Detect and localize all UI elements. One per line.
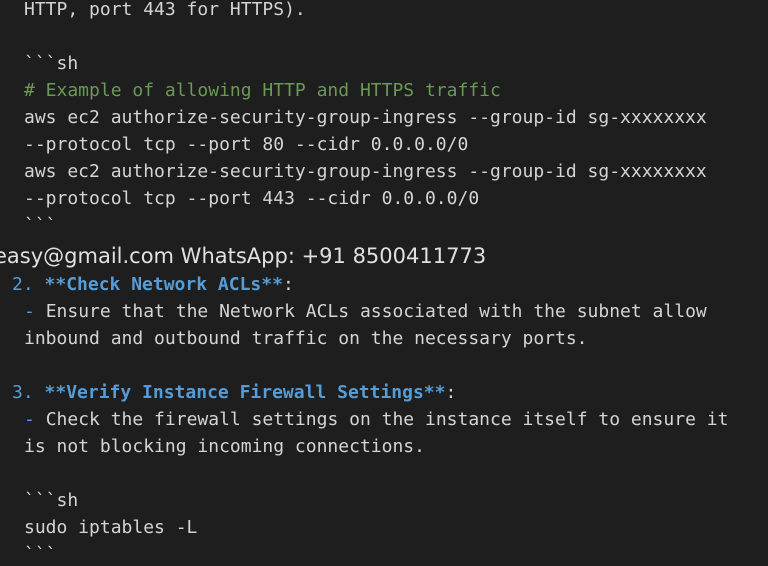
code-token: # Example of allowing HTTP and HTTPS tra… [24,80,501,101]
list-number: 3. [12,382,45,403]
code-token: is not blocking incoming connections. [24,436,425,457]
code-fence-line: ```sh [24,490,78,512]
code-line: HTTP, port 443 for HTTPS). [24,0,306,21]
code-fence-line: ``` [24,215,57,237]
code-line: inbound and outbound traffic on the nece… [24,328,588,350]
code-token: ``` [24,215,57,236]
bold-heading: **Verify Instance Firewall Settings** [44,382,446,403]
list-heading-line: 3. **Verify Instance Firewall Settings**… [12,382,456,404]
code-token: aws ec2 authorize-security-group-ingress… [24,161,707,182]
bullet-line: - Check the firewall settings on the ins… [24,409,728,431]
code-token: ```sh [24,53,79,74]
code-fence-line: ```sh [24,53,78,75]
code-line: --protocol tcp --port 80 --cidr 0.0.0.0/… [24,134,468,156]
list-number: 2. [12,274,45,295]
watermark-contact-text: easy@gmail.com WhatsApp: +91 8500411773 [0,244,487,268]
code-line: sudo iptables -L [24,517,197,539]
code-line: is not blocking incoming connections. [24,436,425,458]
bold-heading: **Check Network ACLs** [44,274,283,295]
code-fence-line: ``` [24,544,57,566]
bullet-marker: - [24,409,46,430]
code-token: HTTP, port 443 for HTTPS). [24,0,306,20]
bullet-line: - Ensure that the Network ACLs associate… [24,301,707,323]
code-token: ``` [24,544,57,565]
code-token: Ensure that the Network ACLs associated … [45,301,707,322]
code-token: --protocol tcp --port 443 --cidr 0.0.0.0… [24,188,480,209]
list-heading-line: 2. **Check Network ACLs**: [12,274,294,296]
code-token: inbound and outbound traffic on the nece… [24,328,588,349]
code-token: : [282,274,294,295]
code-token: --protocol tcp --port 80 --cidr 0.0.0.0/… [24,134,469,155]
code-comment-line: # Example of allowing HTTP and HTTPS tra… [24,80,501,102]
code-token: ```sh [24,490,79,511]
code-line: --protocol tcp --port 443 --cidr 0.0.0.0… [24,188,479,210]
code-line: aws ec2 authorize-security-group-ingress… [24,161,707,183]
code-token: aws ec2 authorize-security-group-ingress… [24,107,707,128]
code-token: sudo iptables -L [24,517,198,538]
bullet-marker: - [24,301,46,322]
code-line: aws ec2 authorize-security-group-ingress… [24,107,707,129]
code-token: Check the firewall settings on the insta… [45,409,729,430]
code-token: : [445,382,457,403]
